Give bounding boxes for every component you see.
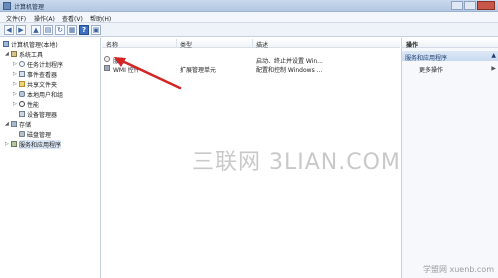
performance-icon bbox=[19, 101, 25, 107]
menu-file[interactable]: 文件(F) bbox=[6, 14, 26, 23]
storage-icon bbox=[11, 121, 17, 127]
services-apps-icon bbox=[11, 141, 17, 147]
disk-icon bbox=[19, 131, 25, 137]
toolbox-icon bbox=[11, 51, 17, 57]
menu-view[interactable]: 查看(V) bbox=[62, 14, 83, 23]
back-arrow-icon[interactable]: ◀ bbox=[4, 25, 14, 35]
tree-label-task-scheduler: 任务计划程序 bbox=[27, 61, 64, 69]
tree-item-task-scheduler[interactable]: ▷ 任务计划程序 bbox=[13, 60, 64, 69]
menu-bar: 文件(F) 操作(A) 查看(V) 帮助(H) bbox=[0, 12, 498, 23]
actions-section-services-apps[interactable]: 服务和应用程序 ▲ bbox=[402, 51, 498, 62]
users-icon bbox=[19, 91, 25, 97]
tree-label-storage: 存储 bbox=[19, 121, 32, 129]
shared-folder-icon bbox=[19, 81, 25, 87]
properties-icon[interactable]: ▣ bbox=[91, 25, 101, 35]
maximize-button[interactable] bbox=[464, 1, 476, 10]
menu-help[interactable]: 帮助(H) bbox=[90, 14, 111, 23]
up-folder-icon[interactable]: ▲ bbox=[31, 25, 41, 35]
expand-icon[interactable]: ▷ bbox=[13, 71, 18, 77]
tree-item-system-tools[interactable]: ◢ 系统工具 bbox=[5, 50, 44, 59]
tree-label-services-apps: 服务和应用程序 bbox=[19, 139, 62, 149]
actions-pane: 操作 服务和应用程序 ▲ 更多操作 ▶ bbox=[401, 38, 498, 278]
actions-title: 操作 bbox=[406, 42, 419, 49]
tree-item-services-apps[interactable]: ▷ 服务和应用程序 bbox=[5, 139, 62, 149]
collapse-icon[interactable]: ◢ bbox=[5, 51, 10, 57]
expand-icon[interactable]: ▷ bbox=[5, 141, 10, 147]
menu-action[interactable]: 操作(A) bbox=[34, 14, 55, 23]
expand-icon[interactable]: ▷ bbox=[13, 81, 18, 87]
expand-icon[interactable]: ▷ bbox=[13, 101, 18, 107]
tree-item-event-viewer[interactable]: ▷ 事件查看器 bbox=[13, 70, 58, 79]
close-button[interactable] bbox=[477, 1, 495, 10]
refresh-icon[interactable]: ↻ bbox=[55, 25, 65, 35]
export-list-icon[interactable]: ▦ bbox=[67, 25, 77, 35]
help-icon[interactable]: ? bbox=[79, 25, 89, 35]
title-bar: 计算机管理 bbox=[0, 0, 498, 12]
navigation-tree: 计算机管理(本地) ◢ 系统工具 ▷ 任务计划程序 ▷ 事件查看器 ▷ 共享文件… bbox=[0, 38, 101, 278]
expand-icon[interactable]: ▷ bbox=[13, 61, 18, 67]
submenu-arrow-icon: ▶ bbox=[491, 65, 496, 72]
show-hide-tree-icon[interactable]: ▤ bbox=[43, 25, 53, 35]
computer-icon bbox=[3, 41, 9, 47]
tree-label-system-tools: 系统工具 bbox=[19, 51, 44, 59]
expand-icon[interactable]: ▷ bbox=[13, 91, 18, 97]
tree-item-disk-management[interactable]: 磁盘管理 bbox=[19, 130, 52, 139]
collapse-section-icon[interactable]: ▲ bbox=[491, 52, 496, 59]
tree-item-storage[interactable]: ◢ 存储 bbox=[5, 120, 32, 129]
event-log-icon bbox=[19, 71, 25, 77]
tree-item-local-users[interactable]: ▷ 本地用户和组 bbox=[13, 90, 64, 99]
tree-label-performance: 性能 bbox=[27, 101, 40, 109]
tree-label-shared-folders: 共享文件夹 bbox=[27, 81, 58, 89]
tree-label-local-users: 本地用户和组 bbox=[27, 91, 64, 99]
tree-item-device-manager[interactable]: 设备管理器 bbox=[19, 110, 58, 119]
clock-icon bbox=[19, 61, 25, 67]
tree-label-device-manager: 设备管理器 bbox=[27, 111, 58, 119]
actions-section-label: 服务和应用程序 bbox=[405, 55, 448, 62]
window-controls bbox=[451, 1, 495, 10]
tree-item-shared-folders[interactable]: ▷ 共享文件夹 bbox=[13, 80, 58, 89]
more-actions-label: 更多操作 bbox=[419, 67, 444, 74]
watermark-text: 三联网 3LIAN.COM bbox=[192, 150, 401, 175]
tree-item-root[interactable]: 计算机管理(本地) bbox=[3, 40, 58, 49]
tree-label-root: 计算机管理(本地) bbox=[11, 41, 58, 49]
tree-label-event-viewer: 事件查看器 bbox=[27, 71, 58, 79]
window-title: 计算机管理 bbox=[14, 4, 45, 11]
corner-watermark: 学盟网 xuenb.com bbox=[422, 265, 494, 274]
minimize-button[interactable] bbox=[451, 1, 463, 10]
forward-arrow-icon[interactable]: ▶ bbox=[16, 25, 26, 35]
computer-management-icon bbox=[3, 2, 11, 10]
device-manager-icon bbox=[19, 111, 25, 117]
toolbar: ◀ ▶ ▲ ▤ ↻ ▦ ? ▣ bbox=[0, 23, 498, 37]
tree-item-performance[interactable]: ▷ 性能 bbox=[13, 100, 40, 109]
tree-label-disk-management: 磁盘管理 bbox=[27, 131, 52, 139]
collapse-icon[interactable]: ◢ bbox=[5, 121, 10, 127]
more-actions-item[interactable]: 更多操作 ▶ bbox=[402, 64, 498, 74]
actions-header: 操作 bbox=[402, 38, 498, 49]
